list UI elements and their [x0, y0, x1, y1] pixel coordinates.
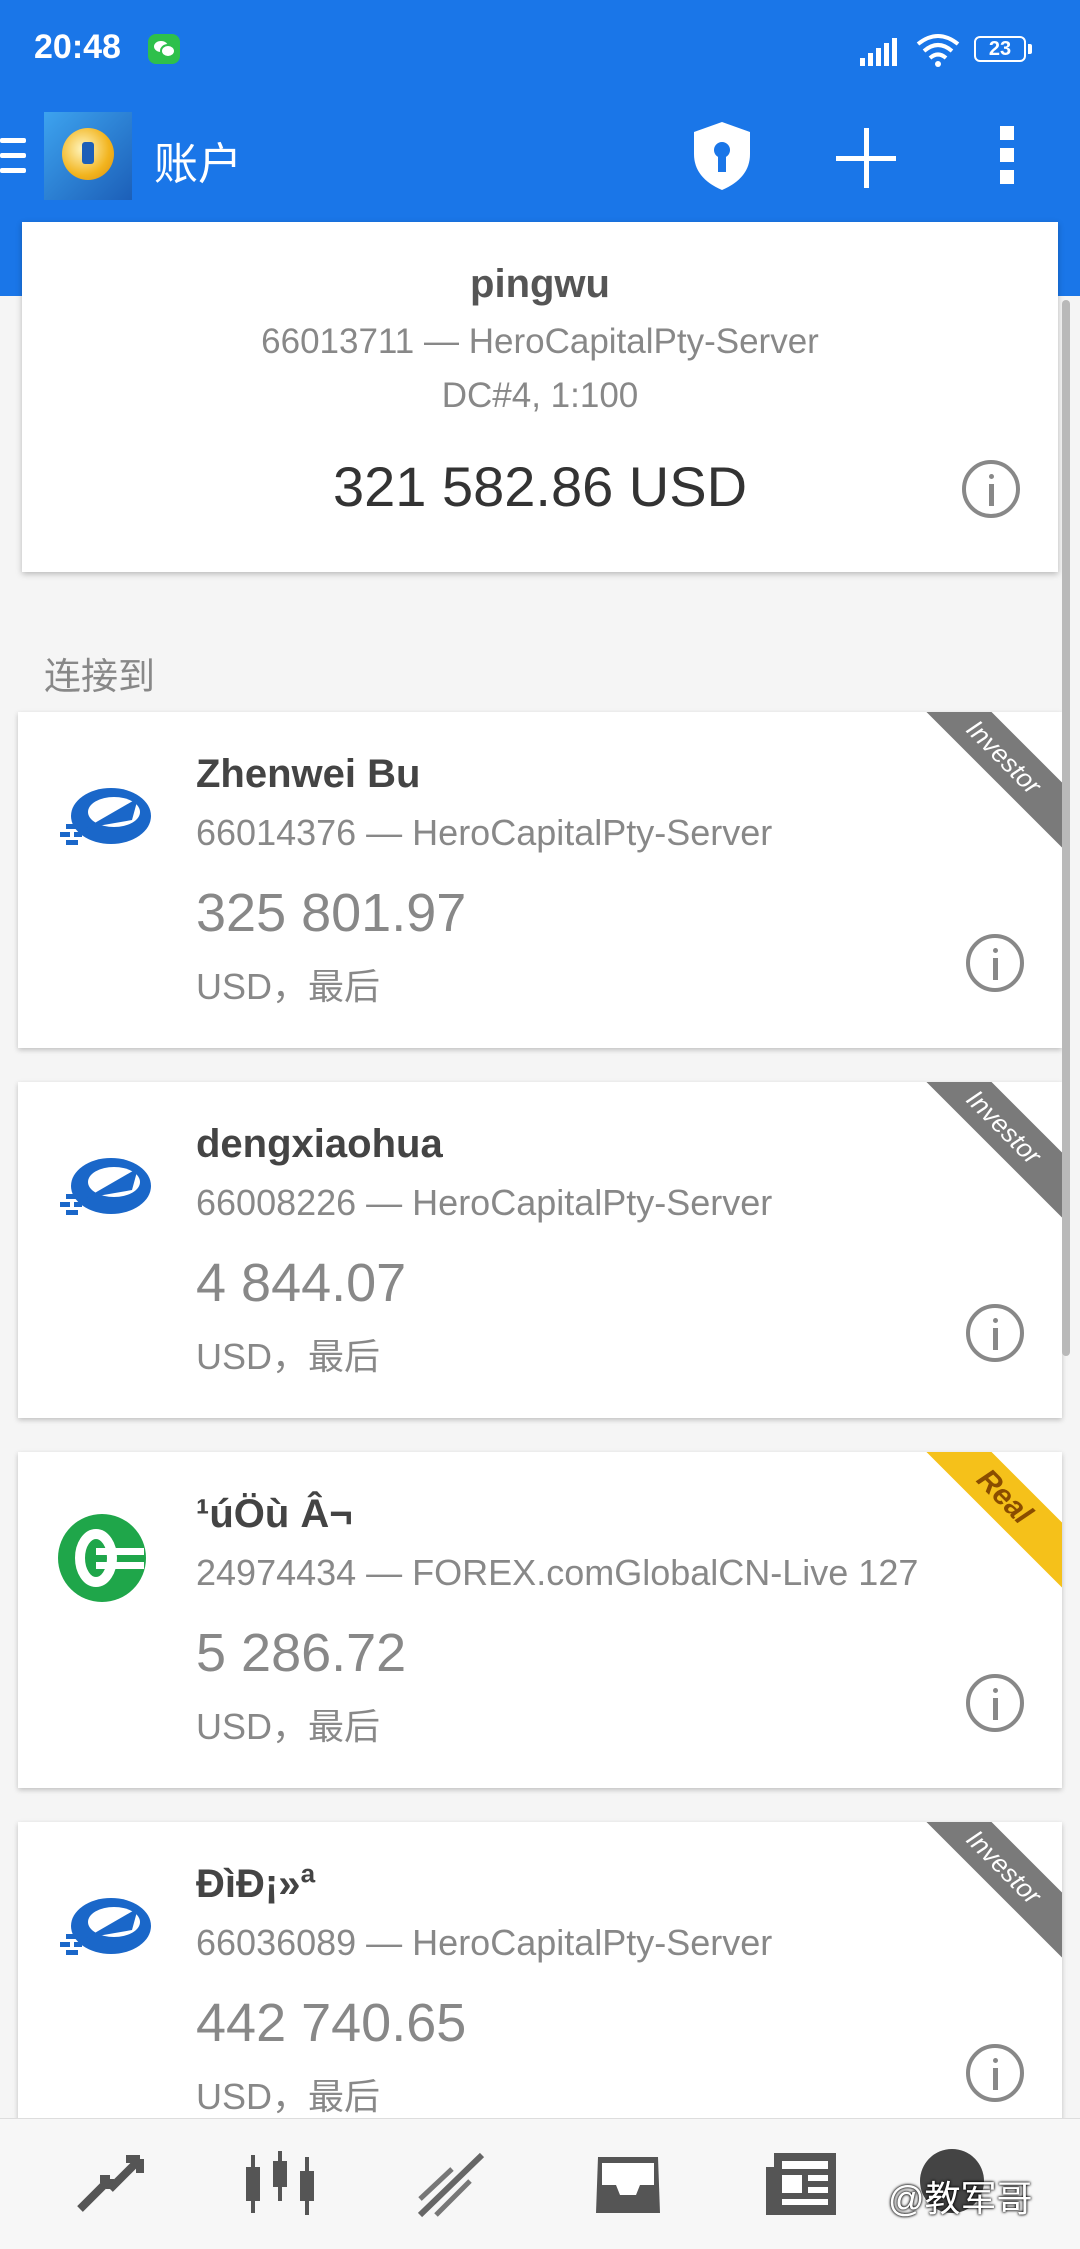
scrollbar[interactable] — [1062, 300, 1070, 1356]
account-card[interactable]: ÐìÐ¡»ª 66036089 — HeroCapitalPty-Server … — [18, 1822, 1062, 2142]
status-bar: 20:48 23 — [0, 0, 1080, 100]
wifi-icon — [916, 34, 960, 67]
current-account-server: 66013711 — HeroCapitalPty-Server — [261, 322, 819, 361]
account-currency: USD，最后 — [196, 966, 381, 1007]
current-account-meta: DC#4, 1:100 — [441, 376, 639, 415]
account-card[interactable]: Zhenwei Bu 66014376 — HeroCapitalPty-Ser… — [18, 712, 1062, 1048]
account-server: 66014376 — HeroCapitalPty-Server — [196, 812, 773, 853]
account-card[interactable]: ¹úÖù Â¬ 24974434 — FOREX.comGlobalCN-Liv… — [18, 1452, 1062, 1788]
investor-badge: Investor — [902, 1082, 1062, 1229]
history-icon[interactable] — [588, 2149, 668, 2219]
news-icon[interactable] — [762, 2149, 842, 2219]
info-icon[interactable] — [966, 1304, 1024, 1362]
account-currency: USD，最后 — [196, 2076, 381, 2117]
app-toolbar: 账户 — [0, 110, 1080, 206]
account-server: 66008226 — HeroCapitalPty-Server — [196, 1182, 773, 1223]
battery-level: 23 — [974, 36, 1026, 62]
account-server: 24974434 — FOREX.comGlobalCN-Live 127 — [196, 1552, 919, 1593]
real-badge: Real — [902, 1452, 1062, 1599]
account-name: dengxiaohua — [196, 1122, 443, 1166]
battery-tip — [1028, 44, 1032, 54]
account-card[interactable]: dengxiaohua 66008226 — HeroCapitalPty-Se… — [18, 1082, 1062, 1418]
account-name: ¹úÖù Â¬ — [196, 1492, 353, 1536]
forex-com-logo-icon — [58, 1514, 146, 1602]
investor-badge: Investor — [902, 1822, 1062, 1969]
app-logo — [44, 112, 132, 200]
investor-badge: Investor — [902, 712, 1062, 859]
section-label-connect-to: 连接到 — [44, 656, 155, 697]
current-account-card[interactable]: pingwu 66013711 — HeroCapitalPty-Server … — [22, 222, 1058, 572]
menu-icon[interactable] — [0, 138, 26, 178]
trade-icon[interactable] — [412, 2149, 492, 2219]
account-currency: USD，最后 — [196, 1336, 381, 1377]
account-name: Zhenwei Bu — [196, 752, 421, 796]
chart-icon[interactable] — [240, 2149, 320, 2219]
quotes-icon[interactable] — [70, 2149, 150, 2219]
info-icon[interactable] — [962, 460, 1020, 518]
account-balance: 4 844.07 — [196, 1253, 407, 1313]
signal-icon — [860, 38, 897, 66]
battery-icon: 23 — [974, 36, 1034, 66]
current-account-name: pingwu — [470, 262, 610, 306]
account-server: 66036089 — HeroCapitalPty-Server — [196, 1922, 773, 1963]
add-account-icon[interactable] — [836, 128, 896, 188]
page-title: 账户 — [154, 140, 242, 189]
more-options-icon[interactable] — [1000, 126, 1016, 190]
shield-lock-icon[interactable] — [690, 120, 754, 192]
account-currency: USD，最后 — [196, 1706, 381, 1747]
account-balance: 442 740.65 — [196, 1993, 467, 2053]
info-icon[interactable] — [966, 2044, 1024, 2102]
metaquotes-logo-icon — [60, 1898, 151, 1955]
metaquotes-logo-icon — [60, 1158, 151, 1215]
wechat-notification-icon — [148, 34, 180, 64]
account-balance: 5 286.72 — [196, 1623, 407, 1683]
info-icon[interactable] — [966, 934, 1024, 992]
current-account-balance: 321 582.86 USD — [332, 455, 748, 518]
account-name: ÐìÐ¡»ª — [196, 1862, 316, 1906]
account-balance: 325 801.97 — [196, 883, 467, 943]
status-time: 20:48 — [34, 28, 121, 66]
watermark: @教军哥 — [888, 2178, 1033, 2219]
metaquotes-logo-icon — [60, 788, 151, 845]
info-icon[interactable] — [966, 1674, 1024, 1732]
